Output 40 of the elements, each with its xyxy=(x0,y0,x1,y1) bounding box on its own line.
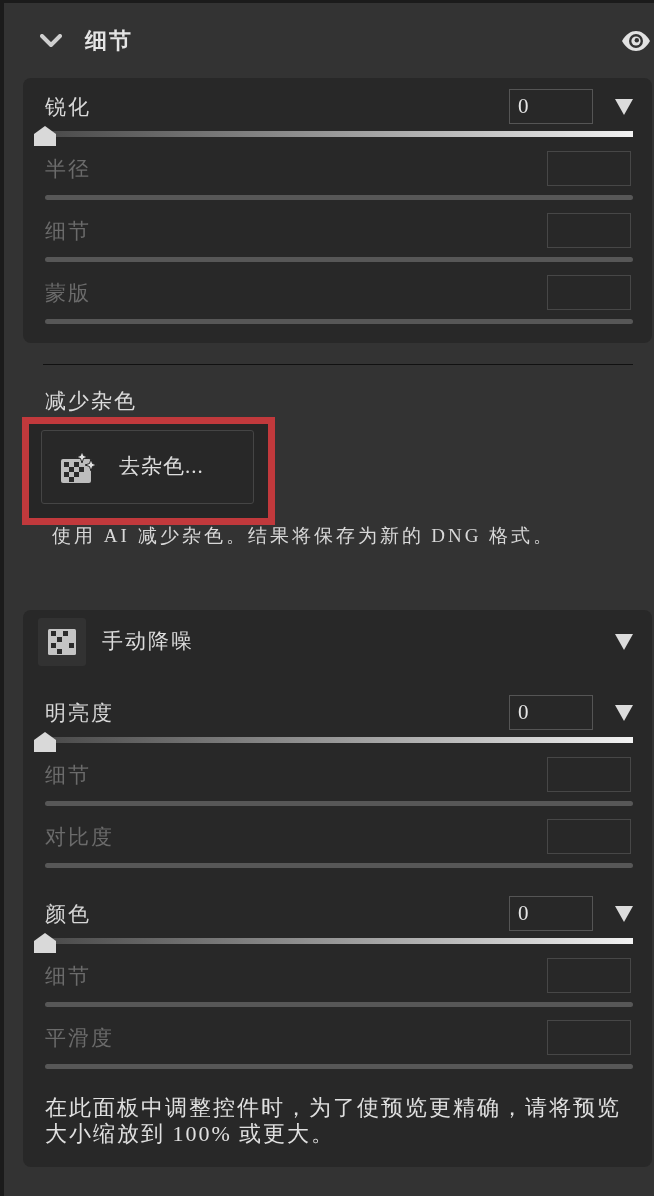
triangle-icon[interactable] xyxy=(615,704,633,721)
slider-track[interactable] xyxy=(45,257,633,262)
slider-thumb[interactable] xyxy=(34,732,56,752)
denoise-button[interactable]: 去杂色... xyxy=(41,430,254,504)
slider-track[interactable] xyxy=(45,1002,633,1007)
slider-track[interactable] xyxy=(45,195,633,200)
checker-sparkle-icon xyxy=(61,451,97,483)
eye-icon[interactable] xyxy=(622,30,650,51)
panel-title: 细节 xyxy=(85,27,133,55)
slider-label: 蒙版 xyxy=(45,279,91,306)
slider-track[interactable] xyxy=(45,1064,633,1069)
slider-track[interactable] xyxy=(45,863,633,868)
section-heading: 减少杂色 xyxy=(45,389,138,413)
note-text: 在此面板中调整控件时，为了使预览更精确，请将预览大小缩放到 100% 或更大。 xyxy=(45,1095,622,1147)
triangle-icon[interactable] xyxy=(615,98,633,115)
triangle-icon[interactable] xyxy=(615,634,633,650)
slider-label: 锐化 xyxy=(45,93,91,120)
slider-label: 细节 xyxy=(45,962,91,989)
checker-icon xyxy=(38,618,86,666)
slider-thumb[interactable] xyxy=(34,126,56,146)
triangle-icon[interactable] xyxy=(615,905,633,922)
slider-track[interactable] xyxy=(45,801,633,806)
slider-thumb[interactable] xyxy=(34,933,56,953)
slider-label: 对比度 xyxy=(45,823,114,850)
slider-label: 细节 xyxy=(45,761,91,788)
description-text: 使用 AI 减少杂色。结果将保存为新的 DNG 格式。 xyxy=(52,525,557,547)
value-field[interactable]: 0 xyxy=(509,89,593,124)
slider-track[interactable] xyxy=(34,126,633,146)
slider-label: 颜色 xyxy=(45,900,91,927)
slider-label: 明亮度 xyxy=(45,699,114,726)
slider-label: 平滑度 xyxy=(45,1024,114,1051)
group-title: 手动降噪 xyxy=(102,628,194,656)
slider-label: 半径 xyxy=(45,155,91,182)
slider-track[interactable] xyxy=(34,933,633,953)
value-field[interactable]: 0 xyxy=(509,896,593,931)
slider-label: 细节 xyxy=(45,217,91,244)
chevron-icon[interactable] xyxy=(40,33,62,48)
slider-track[interactable] xyxy=(45,319,633,324)
slider-track[interactable] xyxy=(34,732,633,752)
value-field[interactable]: 0 xyxy=(509,695,593,730)
